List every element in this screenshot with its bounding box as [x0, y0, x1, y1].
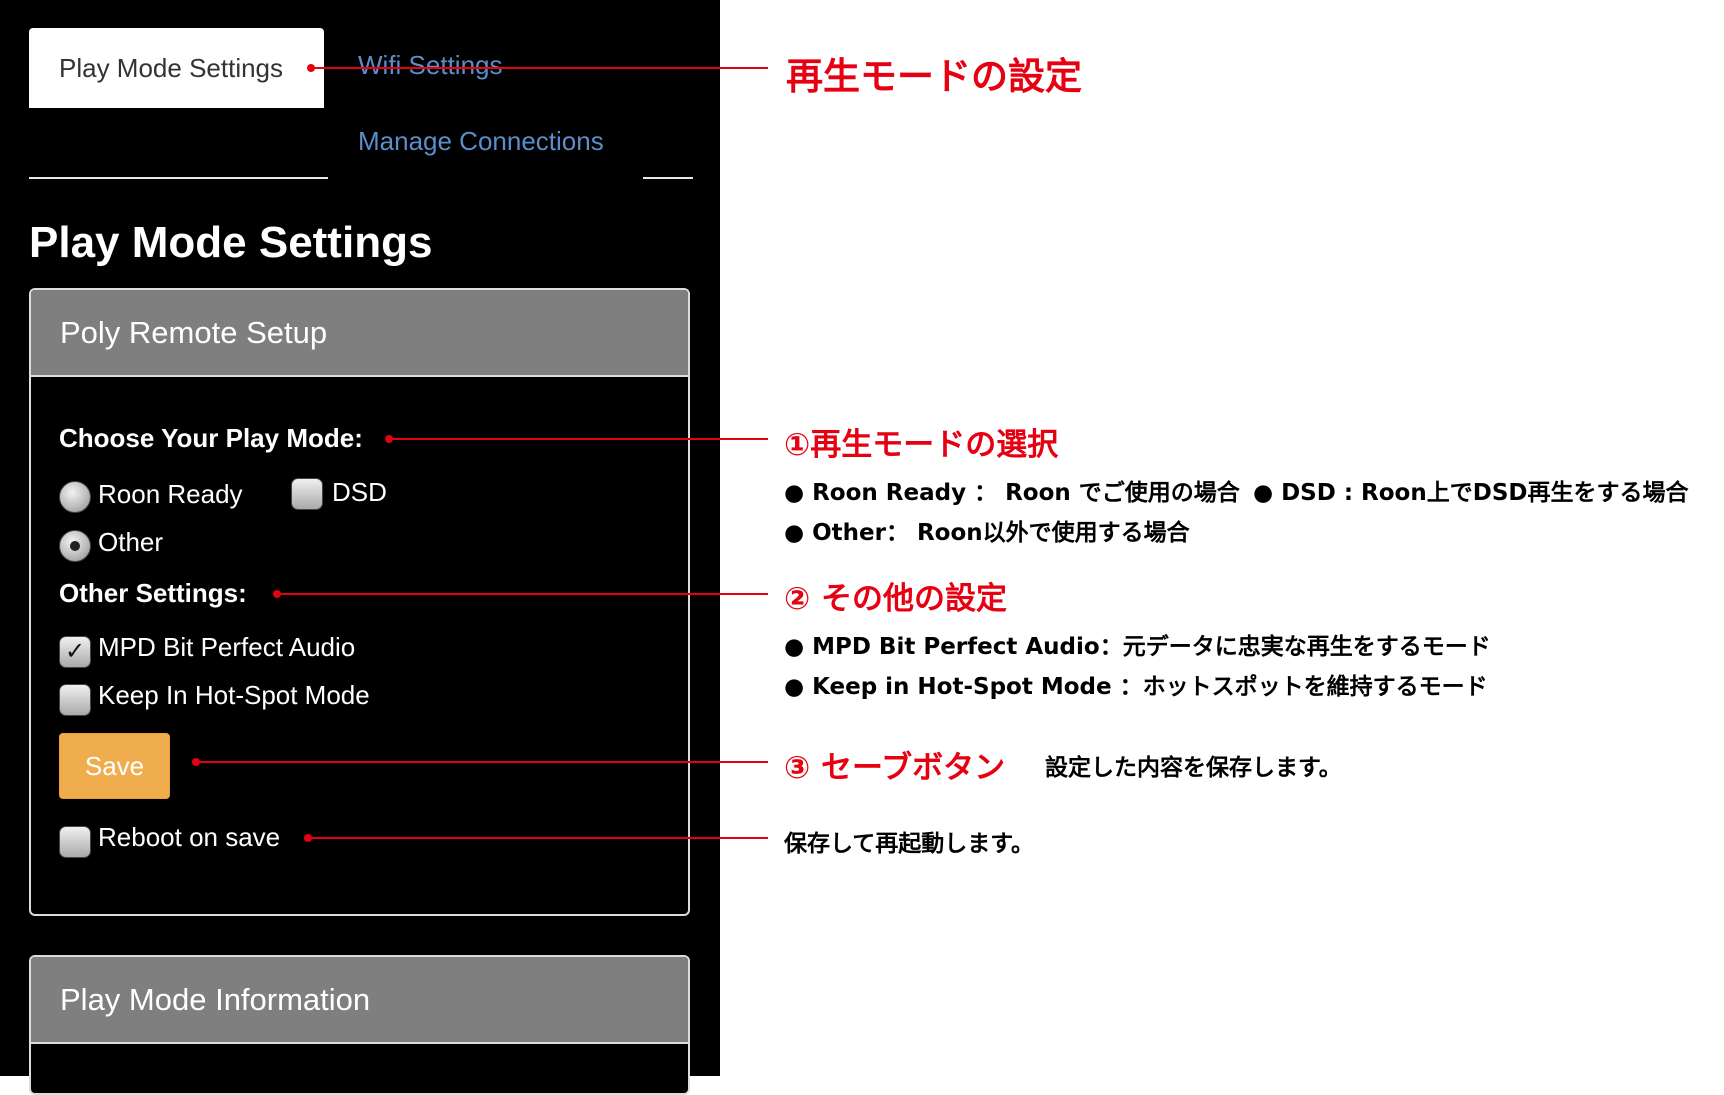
- panel-header: Play Mode Information: [31, 957, 688, 1044]
- tab-play-mode-settings[interactable]: Play Mode Settings: [29, 28, 324, 108]
- annotation-roon-ready-note: ● Roon Ready ： Roon でご使用の場合: [784, 480, 1240, 506]
- leader-line: [308, 837, 768, 839]
- annotation-mpd-note: ● MPD Bit Perfect Audio：元データに忠実な再生をするモード: [784, 634, 1491, 660]
- annotation-play-mode-title: ①再生モードの選択: [784, 427, 1059, 463]
- other-settings-label: Other Settings:: [59, 578, 247, 608]
- dsd-label: DSD: [332, 477, 387, 507]
- roon-ready-radio[interactable]: [59, 481, 91, 513]
- reboot-checkbox[interactable]: [59, 826, 91, 858]
- leader-line: [277, 593, 768, 595]
- leader-line: [311, 67, 768, 69]
- hotspot-label: Keep In Hot-Spot Mode: [98, 680, 370, 710]
- tab-manage-connections[interactable]: Manage Connections: [358, 126, 604, 157]
- annotation-save-note: 設定した内容を保存します。: [1045, 755, 1342, 781]
- page-title: Play Mode Settings: [29, 218, 433, 267]
- play-mode-label: Choose Your Play Mode:: [59, 423, 363, 453]
- other-radio[interactable]: [59, 530, 91, 562]
- mpd-label: MPD Bit Perfect Audio: [98, 632, 356, 662]
- other-label: Other: [98, 527, 164, 557]
- annotation-save-title: ③ セーブボタン: [784, 750, 1006, 786]
- save-button[interactable]: Save: [59, 733, 170, 799]
- tab-divider-right: [643, 177, 693, 179]
- panel-header: Poly Remote Setup: [31, 290, 688, 377]
- radio-selected-dot: [70, 541, 80, 551]
- play-mode-information-panel: Play Mode Information: [29, 955, 690, 1095]
- app-panel: Play Mode Settings Wifi Settings Manage …: [0, 0, 720, 1095]
- hotspot-checkbox[interactable]: [59, 684, 91, 716]
- leader-line: [389, 438, 768, 440]
- dsd-checkbox[interactable]: [291, 478, 323, 510]
- tab-divider-left: [29, 177, 328, 179]
- annotation-other-settings-title: ② その他の設定: [784, 581, 1008, 617]
- leader-line: [196, 761, 768, 763]
- checkmark-icon: ✓: [64, 638, 86, 665]
- annotation-tabs-title: 再生モードの設定: [786, 55, 1082, 98]
- reboot-label: Reboot on save: [98, 822, 281, 852]
- annotation-dsd-note: ● DSD : Roon上でDSD再生をする場合: [1253, 480, 1689, 506]
- annotation-other-note: ● Other： Roon以外で使用する場合: [784, 520, 1190, 546]
- mpd-checkbox[interactable]: ✓: [59, 636, 91, 668]
- roon-ready-label: Roon Ready: [98, 479, 243, 509]
- annotation-hotspot-note: ● Keep in Hot-Spot Mode ：ホットスポットを維持するモード: [784, 674, 1488, 700]
- annotation-reboot-note: 保存して再起動します。: [784, 831, 1035, 857]
- tab-wifi-settings[interactable]: Wifi Settings: [358, 50, 503, 81]
